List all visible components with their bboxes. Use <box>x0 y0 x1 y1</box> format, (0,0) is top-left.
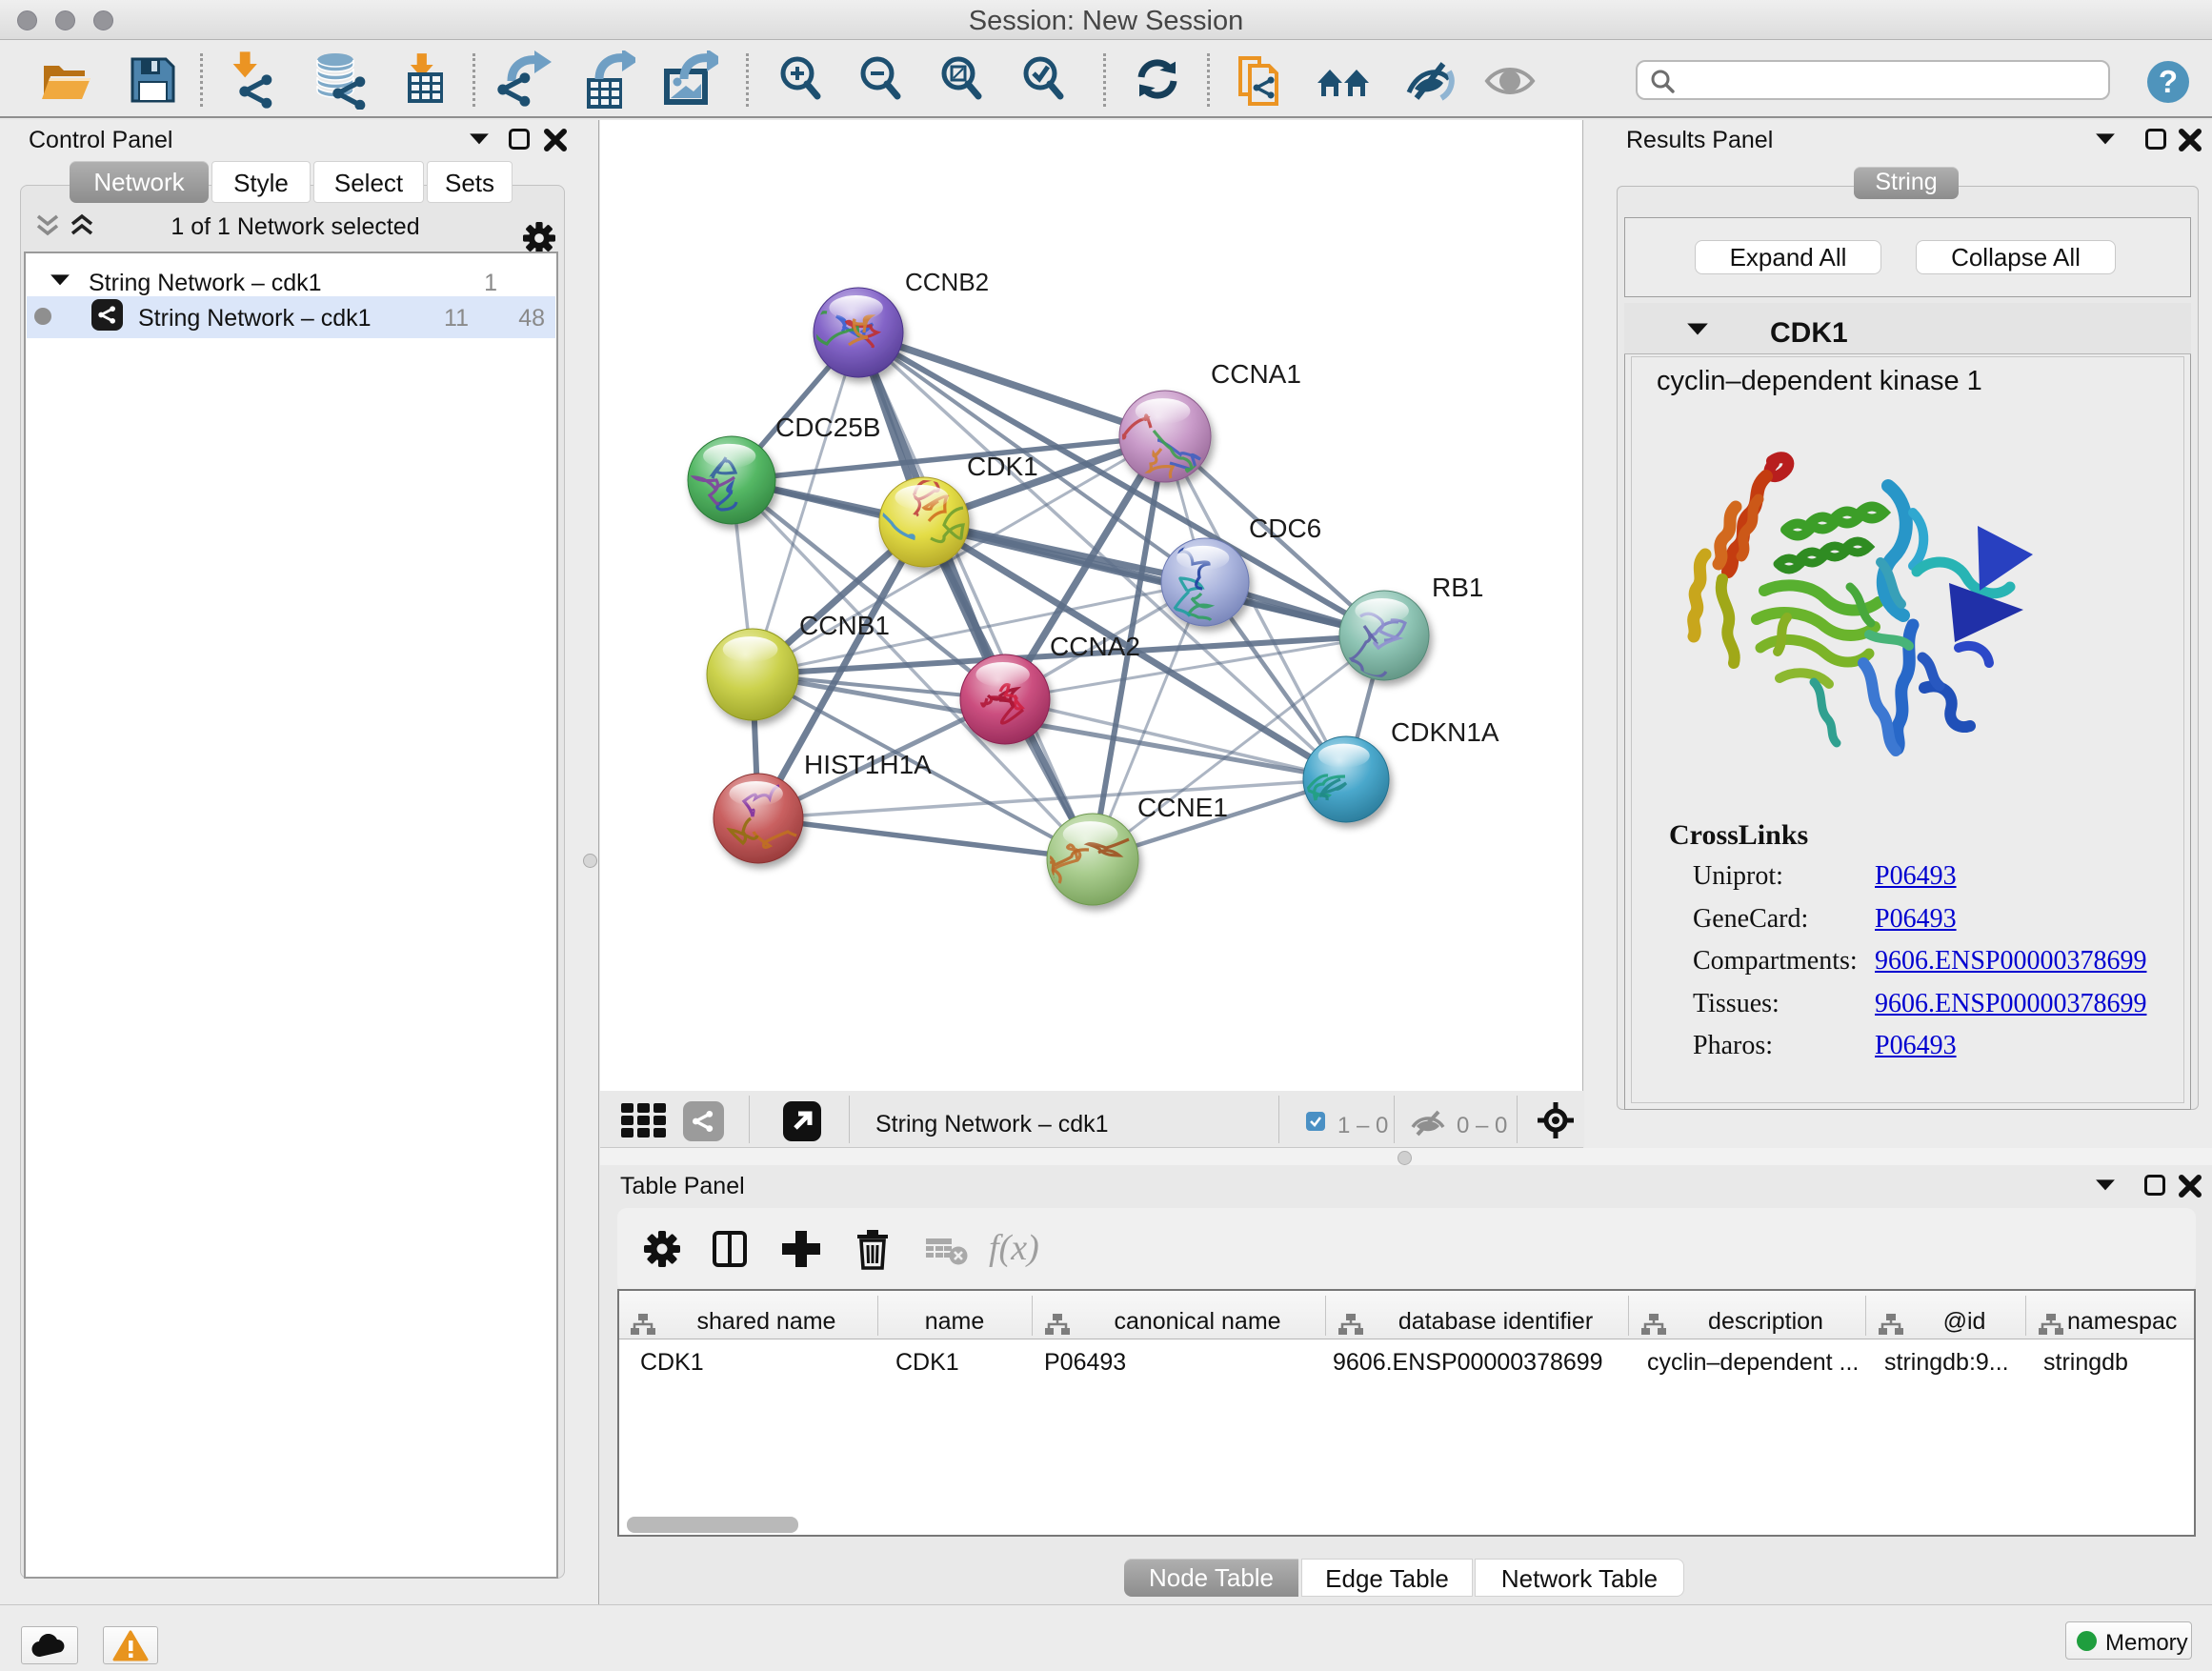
svg-text:CDK1: CDK1 <box>967 452 1038 481</box>
svg-text:CDC6: CDC6 <box>1249 513 1321 543</box>
svg-text:CCNB1: CCNB1 <box>799 611 890 640</box>
svg-text:CCNA1: CCNA1 <box>1211 359 1301 389</box>
svg-text:CCNA2: CCNA2 <box>1050 632 1140 661</box>
svg-text:RB1: RB1 <box>1432 573 1483 602</box>
svg-text:CDKN1A: CDKN1A <box>1391 717 1499 747</box>
svg-text:CCNB2: CCNB2 <box>905 268 989 296</box>
svg-text:CDC25B: CDC25B <box>775 413 880 442</box>
svg-text:CCNE1: CCNE1 <box>1137 793 1228 822</box>
svg-text:HIST1H1A: HIST1H1A <box>804 750 932 779</box>
